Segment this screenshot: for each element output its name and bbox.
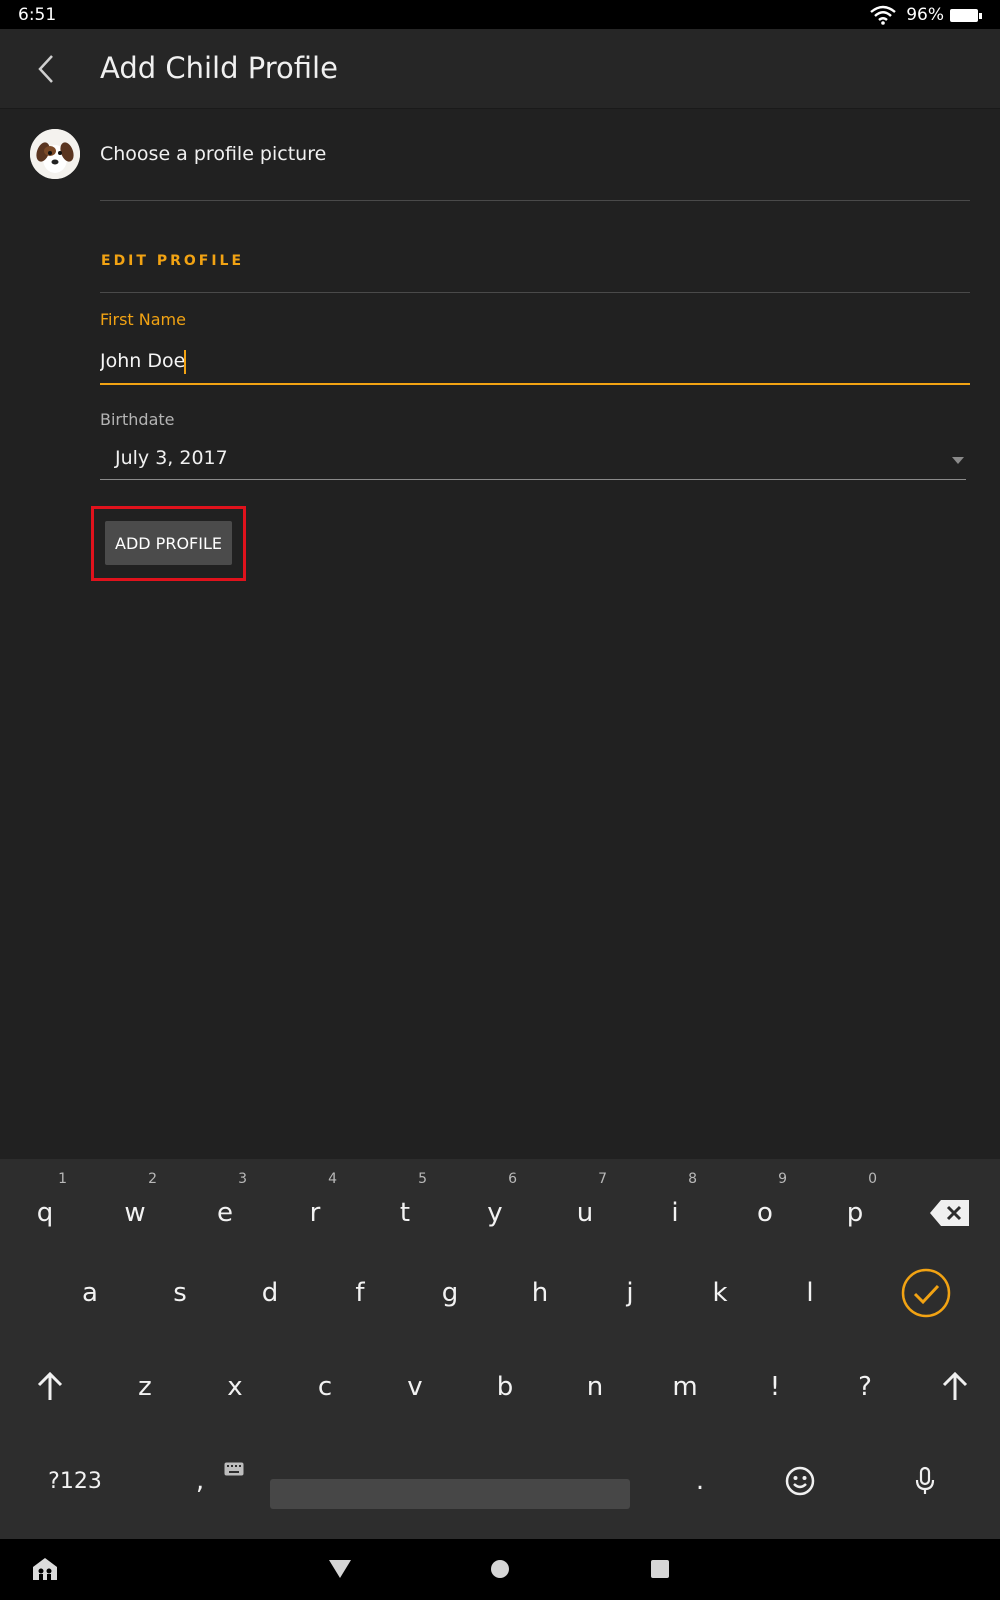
choose-profile-picture-row[interactable]: Choose a profile picture — [0, 109, 1000, 201]
status-icons: 96% — [870, 5, 982, 25]
key-c[interactable]: c — [290, 1347, 360, 1427]
key-p[interactable]: 0p — [820, 1159, 890, 1253]
divider — [100, 292, 970, 293]
shift-key-left[interactable] — [15, 1347, 85, 1427]
key-exclamation[interactable]: ! — [740, 1347, 810, 1427]
wifi-icon — [870, 5, 896, 25]
period-key[interactable]: . — [665, 1441, 735, 1521]
emoji-icon — [785, 1466, 815, 1496]
page-title: Add Child Profile — [100, 51, 338, 85]
back-button[interactable] — [26, 47, 66, 91]
nav-home-icon — [491, 1560, 509, 1578]
nav-home-button[interactable] — [478, 1549, 522, 1589]
key-f[interactable]: f — [325, 1253, 395, 1333]
key-s[interactable]: s — [145, 1253, 215, 1333]
kids-home-button[interactable] — [23, 1549, 67, 1589]
key-m[interactable]: m — [650, 1347, 720, 1427]
key-q[interactable]: 1q — [10, 1159, 80, 1253]
birthdate-select[interactable]: July 3, 2017 — [100, 440, 966, 480]
status-time: 6:51 — [18, 5, 57, 25]
key-h[interactable]: h — [505, 1253, 575, 1333]
first-name-input[interactable] — [100, 345, 970, 385]
voice-input-key[interactable] — [890, 1441, 960, 1521]
first-name-label: First Name — [100, 310, 186, 329]
section-heading: EDIT PROFILE — [101, 253, 245, 269]
key-j[interactable]: j — [595, 1253, 665, 1333]
kids-home-icon — [33, 1558, 57, 1580]
key-w[interactable]: 2w — [100, 1159, 170, 1253]
shift-key-right[interactable] — [920, 1347, 990, 1427]
shift-icon — [942, 1372, 968, 1400]
backspace-key[interactable] — [915, 1159, 985, 1253]
key-o[interactable]: 9o — [730, 1159, 800, 1253]
divider — [100, 200, 970, 201]
key-a[interactable]: a — [55, 1253, 125, 1333]
shift-icon — [37, 1372, 63, 1400]
nav-recents-icon — [651, 1560, 669, 1578]
nav-back-button[interactable] — [318, 1549, 362, 1589]
key-v[interactable]: v — [380, 1347, 450, 1427]
dropdown-arrow-icon — [952, 457, 964, 464]
key-u[interactable]: 7u — [550, 1159, 620, 1253]
birthdate-value: July 3, 2017 — [115, 447, 228, 469]
space-key[interactable] — [270, 1479, 630, 1509]
key-n[interactable]: n — [560, 1347, 630, 1427]
app-bar: Add Child Profile — [0, 29, 1000, 109]
emoji-key[interactable] — [765, 1441, 835, 1521]
birthdate-label: Birthdate — [100, 410, 175, 429]
status-bar: 6:51 96% — [0, 0, 1000, 29]
choose-profile-picture-label: Choose a profile picture — [100, 143, 327, 165]
key-r[interactable]: 4r — [280, 1159, 350, 1253]
back-arrow-icon — [38, 55, 53, 83]
system-nav-bar — [0, 1539, 1000, 1600]
mic-icon — [915, 1466, 935, 1494]
key-i[interactable]: 8i — [640, 1159, 710, 1253]
key-l[interactable]: l — [775, 1253, 845, 1333]
battery-percent: 96% — [906, 5, 944, 25]
on-screen-keyboard: 1q 2w 3e 4r 5t 6y 7u 8i 9o 0p a s d f g … — [0, 1159, 1000, 1539]
add-profile-button[interactable]: ADD PROFILE — [105, 521, 232, 565]
key-k[interactable]: k — [685, 1253, 755, 1333]
comma-key[interactable]: , — [165, 1441, 235, 1521]
nav-back-icon — [329, 1560, 351, 1578]
symbols-key[interactable]: ?123 — [30, 1441, 120, 1521]
done-check-icon — [901, 1268, 951, 1318]
key-y[interactable]: 6y — [460, 1159, 530, 1253]
backspace-icon — [930, 1200, 969, 1226]
avatar-puppy-icon — [30, 129, 80, 179]
key-b[interactable]: b — [470, 1347, 540, 1427]
battery-icon — [950, 8, 982, 22]
key-e[interactable]: 3e — [190, 1159, 260, 1253]
key-z[interactable]: z — [110, 1347, 180, 1427]
text-caret — [184, 350, 186, 374]
keyboard-switch-icon — [224, 1462, 244, 1476]
done-key[interactable] — [891, 1253, 961, 1333]
key-d[interactable]: d — [235, 1253, 305, 1333]
key-question[interactable]: ? — [830, 1347, 900, 1427]
key-x[interactable]: x — [200, 1347, 270, 1427]
key-t[interactable]: 5t — [370, 1159, 440, 1253]
nav-recents-button[interactable] — [638, 1549, 682, 1589]
avatar[interactable] — [30, 129, 80, 179]
key-g[interactable]: g — [415, 1253, 485, 1333]
